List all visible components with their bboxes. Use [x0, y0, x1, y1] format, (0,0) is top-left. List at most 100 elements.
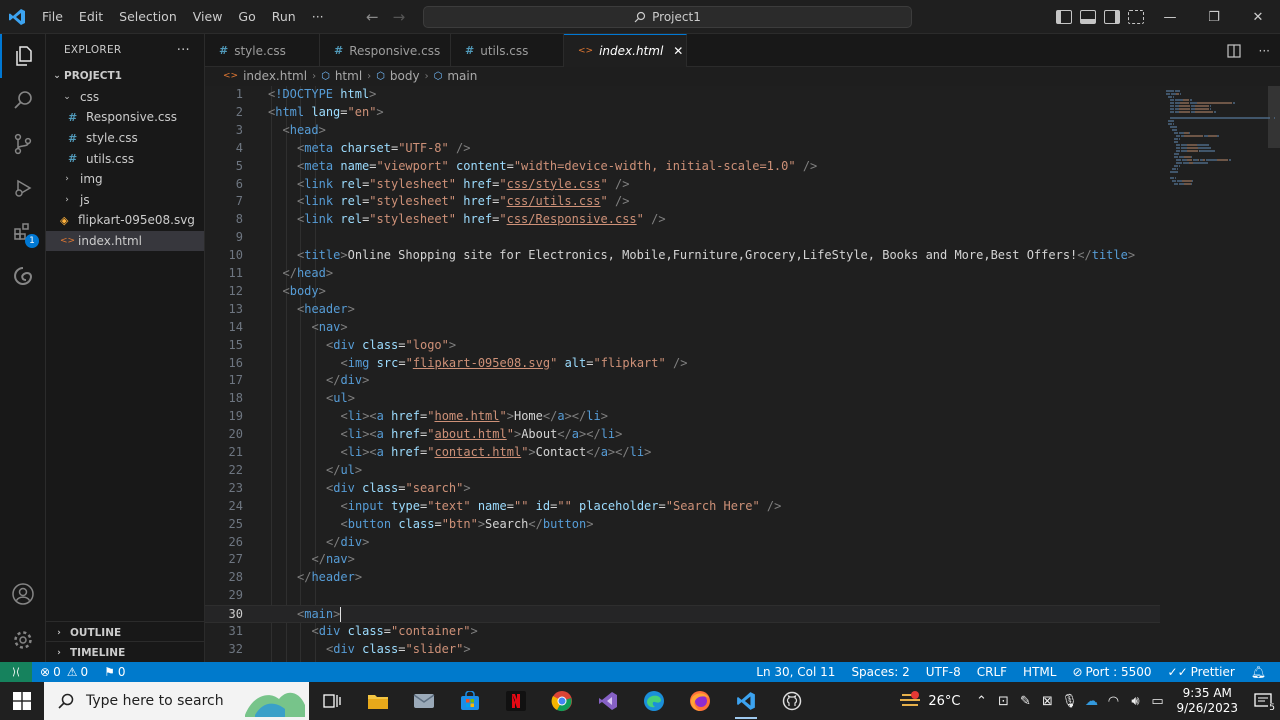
microphone-tray-icon[interactable]: 🎙︎ [1058, 694, 1080, 709]
menu-item[interactable]: Run [264, 0, 304, 34]
taskbar-search-box[interactable]: Type here to search [44, 682, 309, 720]
menu-item[interactable]: Go [230, 0, 263, 34]
code-line[interactable]: 3 <head> [205, 122, 1160, 140]
code-line[interactable]: 14 <nav> [205, 319, 1160, 337]
editor-more-actions-icon[interactable]: ··· [1259, 44, 1270, 58]
encoding[interactable]: UTF-8 [918, 665, 969, 679]
netflix-icon[interactable] [493, 682, 539, 720]
edge-devtools-icon[interactable] [0, 254, 46, 298]
source-control-icon[interactable] [0, 122, 46, 166]
code-line[interactable]: 20 <li><a href="about.html">About</a></li… [205, 426, 1160, 444]
battery-tray-icon[interactable]: ▭ [1146, 694, 1168, 709]
menu-item[interactable]: Edit [71, 0, 111, 34]
weather-widget[interactable]: 26°C [888, 691, 970, 711]
tree-file[interactable]: # style.css [46, 128, 204, 149]
timeline-section[interactable]: › TIMELINE [46, 641, 204, 663]
customize-layout-icon[interactable] [1128, 10, 1144, 24]
menu-item[interactable]: Selection [111, 0, 185, 34]
prettier-status[interactable]: ✓✓ Prettier [1160, 665, 1243, 679]
code-line[interactable]: 25 <button class="btn">Search</button> [205, 516, 1160, 534]
pen-tray-icon[interactable]: ✎ [1014, 694, 1036, 709]
split-editor-icon[interactable] [1226, 43, 1241, 58]
code-editor[interactable]: 1 <!DOCTYPE html> 2 <html lang="en"> 3 <head>… [205, 86, 1160, 662]
code-line[interactable]: 7 <link rel="stylesheet" href="css/utils.… [205, 193, 1160, 211]
live-server-port[interactable]: ⊘ Port : 5500 [1064, 665, 1159, 679]
language-mode[interactable]: HTML [1015, 665, 1064, 679]
minimize-button[interactable]: — [1148, 0, 1192, 34]
chrome-icon[interactable] [539, 682, 585, 720]
vscode-taskbar-icon[interactable] [723, 682, 769, 720]
notification-center-button[interactable]: 5 [1246, 682, 1280, 720]
restore-button[interactable]: ❐ [1192, 0, 1236, 34]
code-line[interactable]: 12 <body> [205, 283, 1160, 301]
github-desktop-icon[interactable] [769, 682, 815, 720]
onedrive-tray-icon[interactable]: ☁︎ [1080, 694, 1102, 709]
code-line[interactable]: 8 <link rel="stylesheet" href="css/Respon… [205, 211, 1160, 229]
security-tray-icon[interactable]: ⊠ [1036, 694, 1058, 709]
notifications-bell-icon[interactable]: 🔔︎ [1243, 665, 1274, 679]
code-line[interactable]: 24 <input type="text" name="" id="" place… [205, 498, 1160, 516]
code-line[interactable]: 17 </div> [205, 372, 1160, 390]
code-line[interactable]: 6 <link rel="stylesheet" href="css/style.… [205, 176, 1160, 194]
code-line[interactable]: 18 <ul> [205, 390, 1160, 408]
code-line[interactable]: 13 <header> [205, 301, 1160, 319]
explorer-more-actions-button[interactable]: ··· [177, 43, 190, 58]
code-line[interactable]: 27 </nav> [205, 551, 1160, 569]
code-line[interactable]: 22 </ul> [205, 462, 1160, 480]
back-arrow-icon[interactable]: ← [366, 8, 379, 26]
task-view-icon[interactable] [309, 682, 355, 720]
breadcrumb-item[interactable]: main [447, 69, 477, 83]
code-line[interactable]: 2 <html lang="en"> [205, 104, 1160, 122]
editor-tab[interactable]: # utils.css [451, 34, 564, 67]
breadcrumb-item[interactable]: index.html [243, 69, 307, 83]
accounts-icon[interactable] [0, 572, 46, 616]
edge-browser-icon[interactable] [631, 682, 677, 720]
editor-tab[interactable]: <> index.html ✕ [564, 34, 687, 67]
forward-arrow-icon[interactable]: → [393, 8, 406, 26]
clock[interactable]: 9:35 AM 9/26/2023 [1168, 686, 1246, 716]
file-explorer-icon[interactable] [355, 682, 401, 720]
code-line[interactable]: 9 [205, 229, 1160, 247]
code-line[interactable]: 21 <li><a href="contact.html">Contact</a>… [205, 444, 1160, 462]
code-line[interactable]: 23 <div class="search"> [205, 480, 1160, 498]
editor-tab[interactable]: # style.css [205, 34, 320, 67]
search-view-icon[interactable] [0, 78, 46, 122]
code-line[interactable]: 28 </header> [205, 569, 1160, 587]
network-tray-icon[interactable]: ⊡ [992, 694, 1014, 709]
toggle-sidebar-icon[interactable] [1056, 10, 1072, 24]
outline-section[interactable]: › OUTLINE [46, 621, 204, 643]
code-line[interactable]: 31 <div class="container"> [205, 623, 1160, 641]
close-window-button[interactable]: ✕ [1236, 0, 1280, 34]
volume-tray-icon[interactable]: 🔊︎ [1124, 694, 1146, 709]
extensions-icon[interactable]: 1 [0, 210, 46, 254]
tree-folder[interactable]: › js [46, 190, 204, 211]
indentation[interactable]: Spaces: 2 [843, 665, 917, 679]
menu-item[interactable]: View [185, 0, 231, 34]
cursor-position[interactable]: Ln 30, Col 11 [748, 665, 843, 679]
tree-file[interactable]: ◈ flipkart-095e08.svg [46, 210, 204, 231]
problems-indicator[interactable]: ⊗ 0 ⚠ 0 [32, 665, 96, 679]
tree-file[interactable]: <> index.html [46, 230, 204, 252]
mail-app-icon[interactable] [401, 682, 447, 720]
code-line[interactable]: 11 </head> [205, 265, 1160, 283]
close-tab-icon[interactable]: ✕ [673, 44, 683, 58]
code-line[interactable]: 10 <title>Online Shopping site for Electr… [205, 247, 1160, 265]
tree-folder[interactable]: › img [46, 169, 204, 190]
visual-studio-icon[interactable] [585, 682, 631, 720]
code-line[interactable]: 16 <img src="flipkart-095e08.svg" alt="fl… [205, 355, 1160, 373]
command-center[interactable]: Project1 [423, 6, 912, 28]
ports-indicator[interactable]: ⚑ 0 [96, 665, 133, 679]
breadcrumb-item[interactable]: body [390, 69, 420, 83]
firefox-icon[interactable] [677, 682, 723, 720]
minimap[interactable] [1160, 86, 1280, 662]
remote-indicator-button[interactable]: ⟩⟨ [0, 662, 32, 682]
tree-file[interactable]: # Responsive.css [46, 107, 204, 128]
windows-start-button[interactable] [0, 682, 44, 720]
settings-gear-icon[interactable] [0, 618, 46, 662]
code-line[interactable]: 15 <div class="logo"> [205, 337, 1160, 355]
code-line[interactable]: 32 <div class="slider"> [205, 641, 1160, 659]
end-of-line[interactable]: CRLF [969, 665, 1015, 679]
code-line[interactable]: 19 <li><a href="home.html">Home</a></li> [205, 408, 1160, 426]
code-line[interactable]: 1 <!DOCTYPE html> [205, 86, 1160, 104]
explorer-icon[interactable] [0, 34, 46, 78]
